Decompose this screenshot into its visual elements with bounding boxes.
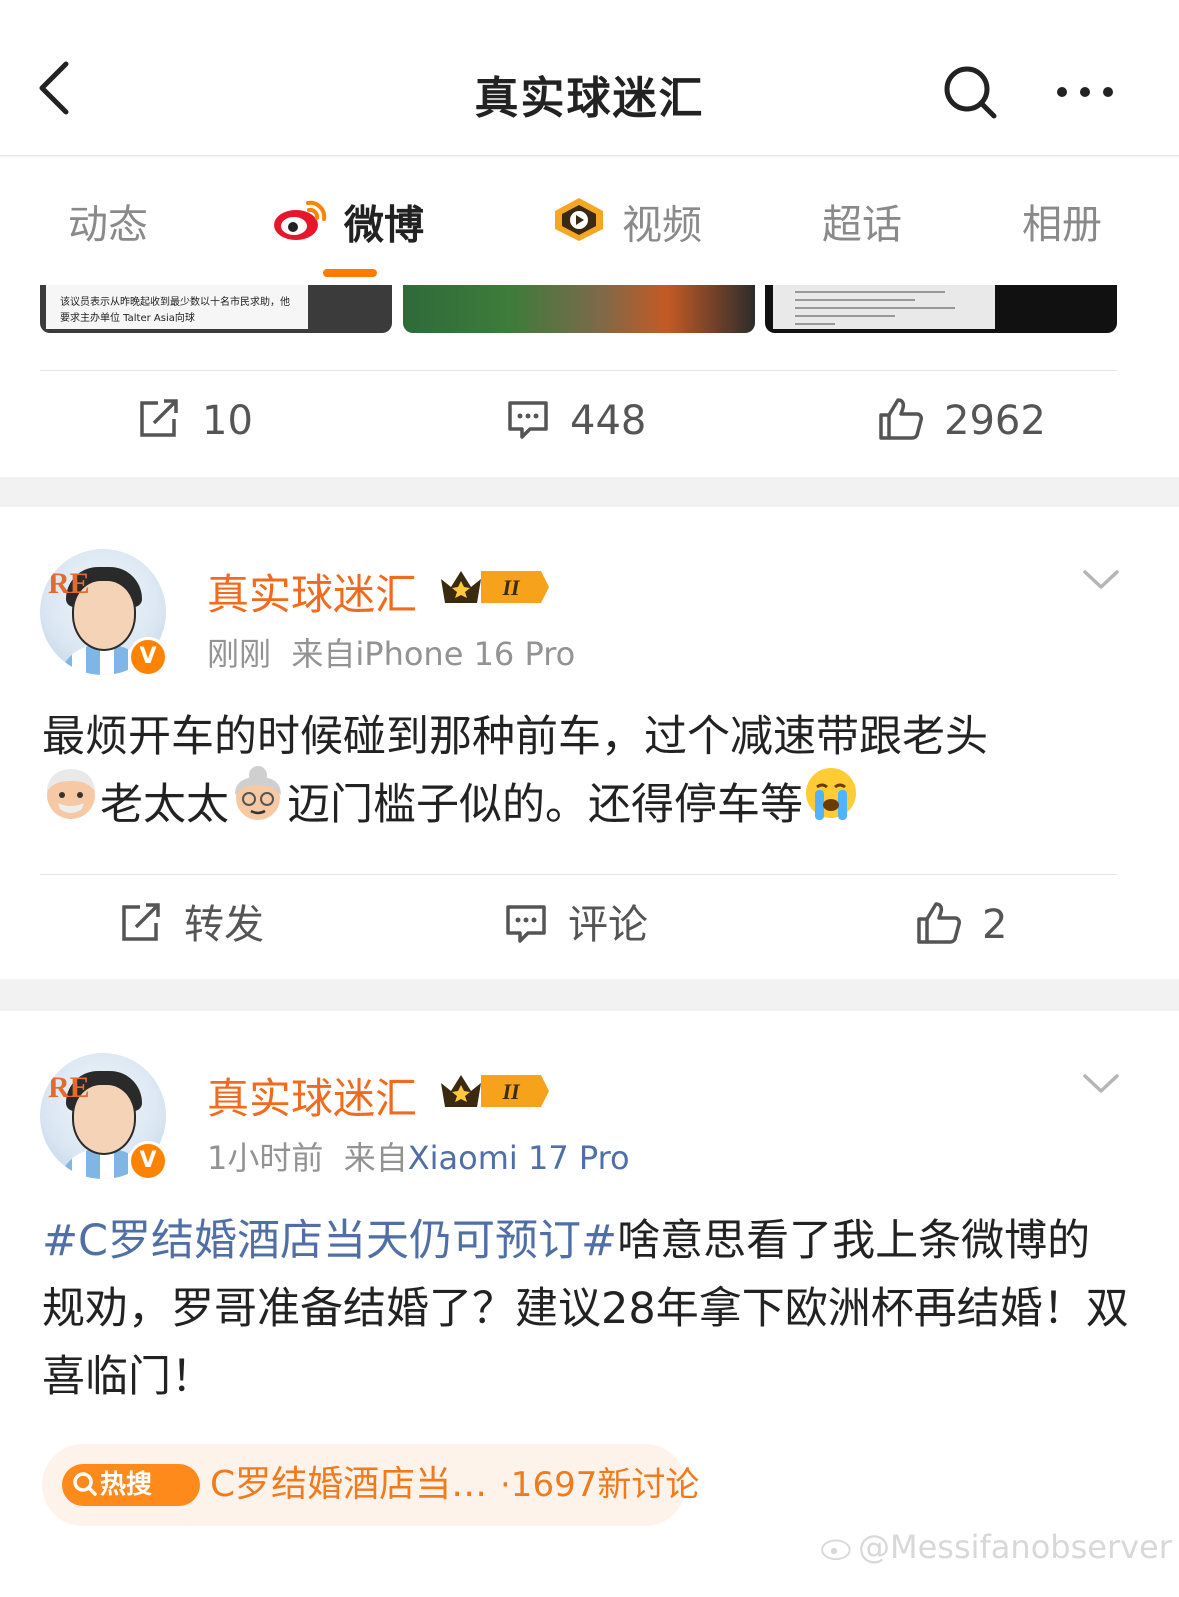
more-icon[interactable] — [1052, 62, 1118, 122]
top-bar: 真实球迷汇 — [0, 0, 1179, 156]
verified-badge: V — [128, 1141, 168, 1181]
hot-search-pill[interactable]: 热搜 C罗结婚酒店当… ·1697新讨论 — [42, 1444, 699, 1526]
repost-icon — [140, 399, 178, 437]
tab-video[interactable]: 视频 — [550, 195, 702, 255]
repost-button[interactable]: 转发 — [120, 895, 264, 955]
post-image-thumbnail[interactable] — [765, 285, 1117, 333]
search-icon — [73, 1471, 97, 1496]
thumbnail-caption: 该议员表示从昨晚起收到最少数以十名市民求助，他要求主办单位 Talter Asi… — [46, 285, 308, 329]
post-time: 刚刚 — [207, 635, 272, 673]
watermark: @Messifanobserver — [820, 1528, 1172, 1566]
like-count: 2962 — [944, 398, 1046, 444]
tab-label: 动态 — [68, 202, 148, 248]
tab-label: 相册 — [1022, 202, 1102, 248]
tab-weibo[interactable]: 微博 — [272, 195, 424, 255]
comment-count: 448 — [570, 398, 647, 444]
post-text: #C罗结婚酒店当天仍可预订#啥意思看了我上条微博的规劝，罗哥准备结婚了？建议28… — [42, 1207, 1132, 1411]
username[interactable]: 真实球迷汇 — [207, 561, 417, 622]
watermark-text: @Messifanobserver — [858, 1528, 1172, 1566]
divider — [40, 370, 1117, 371]
hot-search-count: ·1697新讨论 — [500, 1465, 700, 1505]
post-image-thumbnail[interactable] — [403, 285, 755, 333]
tab-label: 超话 — [822, 202, 902, 248]
chevron-down-icon[interactable] — [1082, 561, 1120, 599]
svg-text:II: II — [501, 1079, 521, 1104]
post-text-segment: 迈门槛子似的。还得停车等 — [287, 780, 803, 830]
username[interactable]: 真实球迷汇 — [207, 1065, 417, 1126]
comment-button[interactable]: 448 — [506, 391, 646, 451]
document-image — [773, 285, 995, 329]
previous-post: 该议员表示从昨晚起收到最少数以十名市民求助，他要求主办单位 Talter Asi… — [0, 285, 1179, 477]
post-card: RE V 真实球迷汇 II 刚刚 来自iPhone 16 Pro 最烦开车的时候… — [0, 507, 1179, 979]
like-button[interactable]: 2 — [916, 895, 1007, 955]
post-text: 最烦开车的时候碰到那种前车，过个减速带跟老头 老太太 迈门槛子似的。还得停车等 — [42, 703, 1132, 843]
post-meta: 1小时前 来自Xiaomi 17 Pro — [207, 1133, 630, 1179]
search-icon[interactable] — [940, 62, 1000, 122]
divider — [40, 874, 1117, 875]
vip-crown-icon[interactable]: II — [437, 565, 553, 613]
post-text-segment: 最烦开车的时候碰到那种前车，过个减速带跟老头 — [42, 712, 988, 762]
post-time: 1小时前 — [207, 1139, 324, 1177]
tab-label: 视频 — [622, 202, 702, 249]
like-count: 2 — [982, 902, 1008, 948]
post-text-segment: 老太太 — [100, 780, 229, 830]
source-prefix: 来自 — [343, 1139, 408, 1177]
thumbs-up-icon — [917, 902, 961, 944]
repost-button[interactable]: 10 — [138, 391, 253, 451]
chevron-down-icon[interactable] — [1082, 1065, 1120, 1103]
hot-search-title: C罗结婚酒店当… — [210, 1464, 488, 1505]
profile-tabs: 动态 微博 视频 超话 相册 — [0, 157, 1179, 285]
thumbs-up-icon — [879, 398, 923, 440]
post-source-link[interactable]: Xiaomi 17 Pro — [408, 1139, 630, 1177]
comment-icon — [508, 401, 548, 439]
tab-label: 微博 — [344, 202, 424, 249]
post-card: RE V 真实球迷汇 II 1小时前 来自Xiaomi 17 Pro #C罗结婚… — [0, 1011, 1179, 1597]
tab-album[interactable]: 相册 — [1022, 195, 1102, 255]
crying-emoji — [803, 765, 859, 843]
repost-count: 10 — [202, 398, 253, 444]
repost-icon — [122, 903, 160, 941]
source-prefix: 来自 — [291, 635, 356, 673]
tab-dynamics[interactable]: 动态 — [68, 195, 148, 255]
active-tab-indicator — [323, 269, 377, 277]
verified-badge: V — [128, 637, 168, 677]
hot-search-tag-label: 热搜 — [100, 1470, 153, 1500]
comment-button[interactable]: 评论 — [504, 895, 648, 955]
post-source: iPhone 16 Pro — [355, 635, 576, 673]
old-man-emoji — [42, 765, 100, 843]
like-button[interactable]: 2962 — [878, 391, 1046, 451]
tab-super-topic[interactable]: 超话 — [822, 195, 902, 255]
weibo-logo-icon — [821, 1539, 851, 1561]
comment-icon — [506, 905, 546, 943]
video-channel-icon — [550, 195, 608, 260]
post-meta: 刚刚 来自iPhone 16 Pro — [207, 629, 575, 675]
weibo-logo-icon — [272, 195, 330, 260]
comment-label: 评论 — [568, 902, 648, 948]
svg-text:II: II — [501, 575, 521, 600]
old-woman-emoji — [229, 765, 287, 843]
vip-crown-icon[interactable]: II — [437, 1069, 553, 1117]
topic-link[interactable]: #C罗结婚酒店当天仍可预订# — [42, 1216, 617, 1266]
post-image-thumbnail[interactable]: 该议员表示从昨晚起收到最少数以十名市民求助，他要求主办单位 Talter Asi… — [40, 285, 392, 333]
hot-search-tag: 热搜 — [62, 1464, 200, 1506]
page-title: 真实球迷汇 — [474, 73, 705, 124]
repost-label: 转发 — [184, 902, 264, 948]
